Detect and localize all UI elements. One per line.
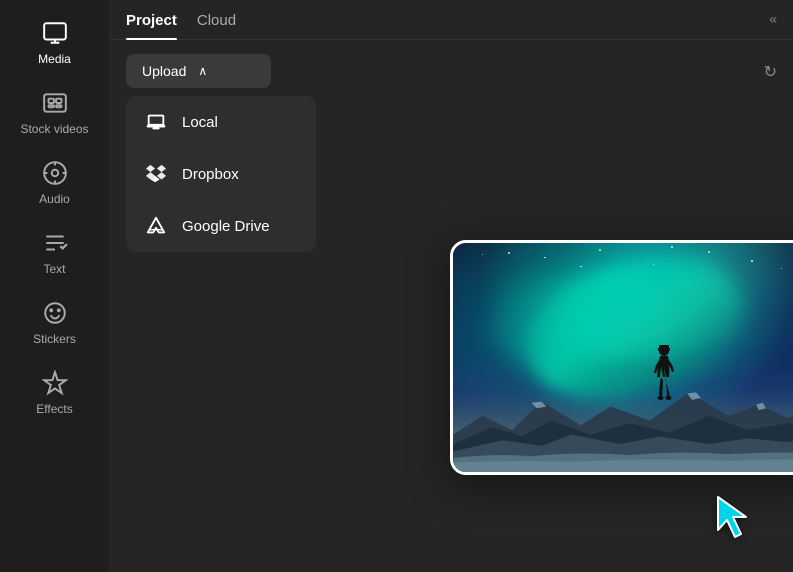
media-icon <box>42 20 68 46</box>
text-icon <box>42 230 68 256</box>
star <box>751 260 753 262</box>
cursor-arrow <box>713 492 763 542</box>
sidebar-item-audio-label: Audio <box>39 192 70 206</box>
star <box>580 266 582 268</box>
local-label: Local <box>182 114 218 131</box>
stock-videos-icon <box>42 90 68 116</box>
star <box>544 257 546 259</box>
sidebar-item-text[interactable]: Text <box>0 220 109 286</box>
dropdown-item-local[interactable]: Local <box>126 96 316 148</box>
aurora-image <box>453 243 793 472</box>
stickers-icon <box>42 300 68 326</box>
star <box>671 246 673 248</box>
star <box>508 252 510 254</box>
upload-button[interactable]: Upload ∧ <box>126 54 271 88</box>
google-drive-label: Google Drive <box>182 218 270 235</box>
google-drive-icon <box>144 214 168 238</box>
mountain <box>453 369 793 472</box>
aurora-image-card <box>450 240 793 475</box>
collapse-button[interactable]: « <box>769 10 777 26</box>
star <box>708 251 710 253</box>
stars <box>453 243 793 358</box>
person-silhouette <box>650 345 678 403</box>
dropbox-icon <box>144 162 168 186</box>
sidebar-item-effects-label: Effects <box>36 402 72 416</box>
audio-icon <box>42 160 68 186</box>
tab-project[interactable]: Project <box>126 12 177 39</box>
sidebar: Media Stock videos Audio Text <box>0 0 110 572</box>
main-panel: Project Cloud « Upload ∧ ↻ <box>110 0 793 572</box>
sidebar-item-stickers-label: Stickers <box>33 332 76 346</box>
tabs-bar: Project Cloud « <box>110 0 793 40</box>
sidebar-item-text-label: Text <box>43 262 65 276</box>
sidebar-item-stock-videos-label: Stock videos <box>20 122 88 136</box>
star <box>482 254 483 255</box>
star <box>599 249 601 251</box>
sidebar-item-audio[interactable]: Audio <box>0 150 109 216</box>
local-icon <box>144 110 168 134</box>
sidebar-item-stickers[interactable]: Stickers <box>0 290 109 356</box>
refresh-button[interactable]: ↻ <box>764 62 777 82</box>
upload-dropdown: Local Dropbox <box>126 96 316 252</box>
upload-label: Upload <box>142 63 186 79</box>
sidebar-item-stock-videos[interactable]: Stock videos <box>0 80 109 146</box>
panel-body: Upload ∧ ↻ Local <box>110 40 793 266</box>
tab-cloud[interactable]: Cloud <box>197 12 236 39</box>
dropdown-item-google-drive[interactable]: Google Drive <box>126 200 316 252</box>
upload-chevron-icon: ∧ <box>198 64 207 78</box>
star <box>781 268 782 269</box>
dropbox-label: Dropbox <box>182 166 239 183</box>
star <box>653 264 654 265</box>
sidebar-item-effects[interactable]: Effects <box>0 360 109 426</box>
sidebar-item-media[interactable]: Media <box>0 10 109 76</box>
effects-icon <box>42 370 68 396</box>
sidebar-item-media-label: Media <box>38 52 71 66</box>
dropdown-item-dropbox[interactable]: Dropbox <box>126 148 316 200</box>
